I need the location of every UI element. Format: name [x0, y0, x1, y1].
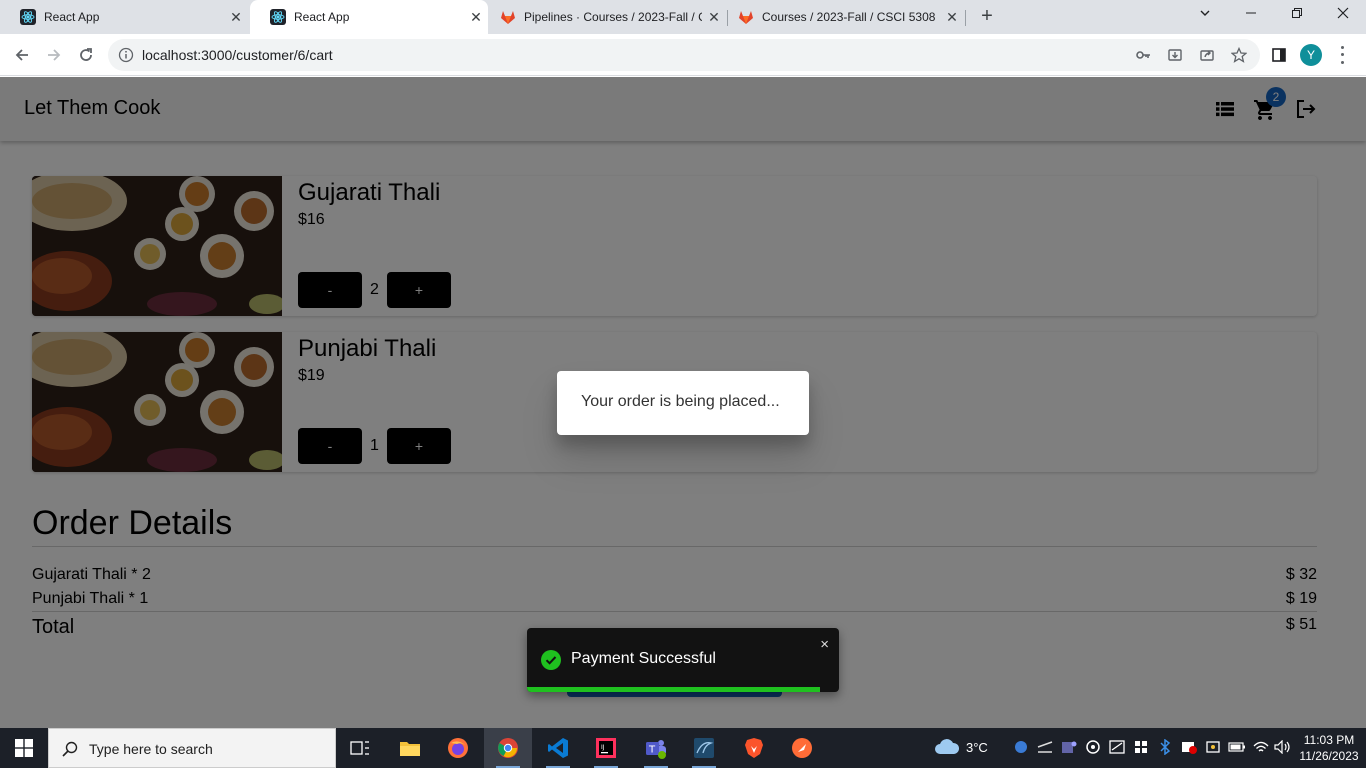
search-icon: [61, 740, 79, 758]
mute-tray-icon[interactable]: [1036, 738, 1054, 756]
payment-toast[interactable]: Payment Successful ×: [527, 628, 839, 692]
mysql-workbench-icon[interactable]: [680, 728, 728, 768]
toast-message: Payment Successful: [571, 650, 716, 667]
clock-date: 11/26/2023: [1299, 749, 1359, 763]
volume-icon[interactable]: [1274, 738, 1292, 756]
profile-avatar[interactable]: Y: [1300, 44, 1322, 66]
tab-title: Pipelines · Courses / 2023-Fall / C: [524, 10, 702, 24]
teams-icon[interactable]: T: [632, 728, 680, 768]
gitlab-icon: [500, 9, 516, 25]
close-window-icon[interactable]: [1320, 0, 1366, 30]
clock-time: 11:03 PM: [1303, 733, 1355, 747]
success-check-icon: [541, 650, 561, 670]
toast-progress-bar: [527, 687, 821, 692]
browser-menu-icon[interactable]: [1338, 44, 1346, 66]
browser-tab-active[interactable]: React App ✕: [250, 0, 488, 34]
gitlab-icon: [738, 9, 754, 25]
svg-text:T: T: [648, 745, 656, 756]
tab-search-icon[interactable]: [1182, 0, 1228, 30]
printer-tray-icon[interactable]: [1204, 738, 1222, 756]
app-viewport: Let Them Cook 2: [0, 77, 1366, 728]
react-icon: [270, 9, 286, 25]
tab-separator: [965, 10, 966, 26]
weather-widget[interactable]: 3°C: [934, 738, 988, 756]
taskbar-search[interactable]: Type here to search: [48, 728, 336, 768]
browser-tab[interactable]: Pipelines · Courses / 2023-Fall / C ✕: [490, 0, 726, 34]
close-tab-icon[interactable]: ✕: [464, 9, 488, 26]
tab-title: Courses / 2023-Fall / CSCI 5308: [762, 10, 936, 24]
intellij-icon[interactable]: IJ: [582, 728, 630, 768]
address-bar[interactable]: localhost:3000/customer/6/cart: [108, 39, 1260, 71]
file-explorer-icon[interactable]: [386, 728, 434, 768]
app-tray-icon[interactable]: [1012, 738, 1030, 756]
svg-text:IJ: IJ: [601, 744, 605, 751]
bookmark-star-icon[interactable]: [1230, 46, 1248, 64]
minimize-icon[interactable]: [1228, 0, 1274, 30]
forward-icon[interactable]: [42, 43, 66, 67]
taskbar-clock[interactable]: 11:03 PM 11/26/2023: [1296, 732, 1362, 764]
restore-icon[interactable]: [1274, 0, 1320, 30]
toast-close-icon[interactable]: ×: [820, 636, 829, 653]
close-tab-icon[interactable]: ✕: [702, 9, 726, 26]
weather-temp: 3°C: [966, 739, 988, 755]
browser-toolbar: localhost:3000/customer/6/cart Y: [0, 34, 1366, 76]
side-panel-icon[interactable]: [1270, 46, 1288, 64]
windows-taskbar: Type here to search IJ T 3°C 11:03 PM 11…: [0, 728, 1366, 768]
back-icon[interactable]: [10, 43, 34, 67]
new-tab-icon[interactable]: +: [976, 5, 998, 27]
battery-icon[interactable]: [1228, 738, 1246, 756]
key-icon[interactable]: [1134, 46, 1152, 64]
close-tab-icon[interactable]: ✕: [940, 9, 964, 26]
browser-tab[interactable]: React App ✕: [0, 0, 248, 34]
browser-tab-bar: React App ✕ React App ✕ Pipelines · Cour…: [0, 0, 1366, 34]
windows-start-icon[interactable]: [0, 728, 48, 768]
task-view-icon[interactable]: [336, 728, 384, 768]
teams-tray-icon[interactable]: [1060, 738, 1078, 756]
chrome-icon[interactable]: [484, 728, 532, 768]
sync-tray-icon[interactable]: [1084, 738, 1102, 756]
postman-icon[interactable]: [778, 728, 826, 768]
browser-tab[interactable]: Courses / 2023-Fall / CSCI 5308 ✕: [728, 0, 964, 34]
antivirus-tray-icon[interactable]: [1180, 738, 1198, 756]
dialog-message: Your order is being placed...: [581, 393, 780, 410]
tab-title: React App: [294, 10, 350, 24]
url-text: localhost:3000/customer/6/cart: [142, 47, 333, 63]
reload-icon[interactable]: [74, 43, 98, 67]
react-icon: [20, 9, 36, 25]
security-tray-icon[interactable]: [1132, 738, 1150, 756]
install-icon[interactable]: [1166, 46, 1184, 64]
order-placing-dialog: Your order is being placed...: [557, 371, 809, 435]
search-placeholder: Type here to search: [89, 741, 213, 757]
wifi-icon[interactable]: [1252, 738, 1270, 756]
cloud-icon: [935, 739, 960, 754]
display-tray-icon[interactable]: [1108, 738, 1126, 756]
firefox-icon[interactable]: [434, 728, 482, 768]
bluetooth-icon[interactable]: [1156, 738, 1174, 756]
site-info-icon[interactable]: [118, 47, 134, 63]
vscode-icon[interactable]: [534, 728, 582, 768]
close-tab-icon[interactable]: ✕: [224, 9, 248, 26]
tab-title: React App: [44, 10, 100, 24]
brave-icon[interactable]: [730, 728, 778, 768]
share-icon[interactable]: [1198, 46, 1216, 64]
